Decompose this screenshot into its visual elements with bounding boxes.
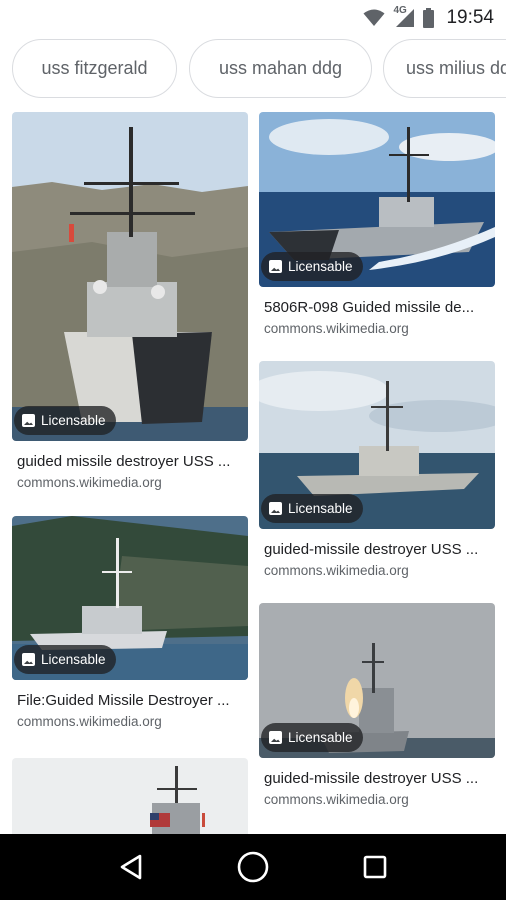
image-icon bbox=[269, 502, 282, 515]
result-thumbnail[interactable] bbox=[12, 758, 248, 834]
image-icon bbox=[269, 260, 282, 273]
result-source: commons.wikimedia.org bbox=[264, 563, 409, 578]
licensable-badge: Licensable bbox=[261, 494, 363, 523]
destroyer-photo bbox=[12, 112, 248, 441]
result-thumbnail[interactable]: Licensable bbox=[12, 112, 248, 441]
network-type-label: 4G bbox=[393, 5, 407, 16]
image-result-card[interactable]: Licensable File:Guided Missile Destroyer… bbox=[12, 516, 248, 729]
chip-uss-milius[interactable]: uss milius ddg bbox=[383, 39, 506, 98]
badge-label: Licensable bbox=[288, 730, 353, 745]
destroyer-photo bbox=[12, 758, 248, 834]
image-results-grid: Licensable guided missile destroyer USS … bbox=[0, 112, 506, 834]
chip-uss-mahan-ddg[interactable]: uss mahan ddg bbox=[189, 39, 372, 98]
result-title[interactable]: guided-missile destroyer USS ... bbox=[259, 541, 495, 558]
image-result-card[interactable] bbox=[12, 758, 248, 834]
image-icon bbox=[269, 731, 282, 744]
home-button[interactable] bbox=[231, 845, 275, 889]
badge-label: Licensable bbox=[41, 413, 106, 428]
result-thumbnail[interactable]: Licensable bbox=[259, 603, 495, 758]
back-triangle-icon bbox=[120, 854, 142, 880]
badge-label: Licensable bbox=[288, 501, 353, 516]
result-title[interactable]: guided-missile destroyer USS ... bbox=[259, 770, 495, 787]
status-bar: 4G 19:54 bbox=[0, 0, 506, 36]
result-title[interactable]: File:Guided Missile Destroyer ... bbox=[12, 692, 248, 709]
result-source: commons.wikimedia.org bbox=[264, 321, 409, 336]
chip-label: uss fitzgerald bbox=[41, 58, 148, 78]
licensable-badge: Licensable bbox=[261, 723, 363, 752]
wifi-icon bbox=[363, 9, 385, 27]
chip-label: uss mahan ddg bbox=[218, 58, 343, 78]
result-thumbnail[interactable]: Licensable bbox=[259, 112, 495, 287]
related-search-chips: uss fitzgerald uss mahan ddg uss milius … bbox=[12, 39, 506, 99]
result-thumbnail[interactable]: Licensable bbox=[259, 361, 495, 529]
recents-button[interactable] bbox=[353, 845, 397, 889]
result-source: commons.wikimedia.org bbox=[17, 714, 162, 729]
licensable-badge: Licensable bbox=[14, 406, 116, 435]
image-result-card[interactable]: Licensable guided-missile destroyer USS … bbox=[259, 361, 495, 578]
result-title[interactable]: guided missile destroyer USS ... bbox=[12, 453, 248, 470]
result-thumbnail[interactable]: Licensable bbox=[12, 516, 248, 680]
badge-label: Licensable bbox=[41, 652, 106, 667]
licensable-badge: Licensable bbox=[14, 645, 116, 674]
home-circle-icon bbox=[237, 851, 269, 883]
system-nav-bar bbox=[0, 834, 506, 900]
image-icon bbox=[22, 414, 35, 427]
result-title[interactable]: 5806R-098 Guided missile de... bbox=[259, 299, 495, 316]
badge-label: Licensable bbox=[288, 259, 353, 274]
licensable-badge: Licensable bbox=[261, 252, 363, 281]
chip-label: uss milius ddg bbox=[406, 58, 506, 78]
back-button[interactable] bbox=[109, 845, 153, 889]
clock: 19:54 bbox=[446, 7, 494, 28]
cell-signal-icon: 4G bbox=[393, 5, 415, 28]
chip-uss-fitzgerald[interactable]: uss fitzgerald bbox=[12, 39, 177, 98]
result-source: commons.wikimedia.org bbox=[17, 475, 162, 490]
image-result-card[interactable]: Licensable guided missile destroyer USS … bbox=[12, 112, 248, 490]
battery-icon bbox=[423, 8, 435, 28]
image-result-card[interactable]: Licensable 5806R-098 Guided missile de..… bbox=[259, 112, 495, 336]
image-icon bbox=[22, 653, 35, 666]
image-result-card[interactable]: Licensable guided-missile destroyer USS … bbox=[259, 603, 495, 807]
recents-square-icon bbox=[363, 855, 387, 879]
result-source: commons.wikimedia.org bbox=[264, 792, 409, 807]
